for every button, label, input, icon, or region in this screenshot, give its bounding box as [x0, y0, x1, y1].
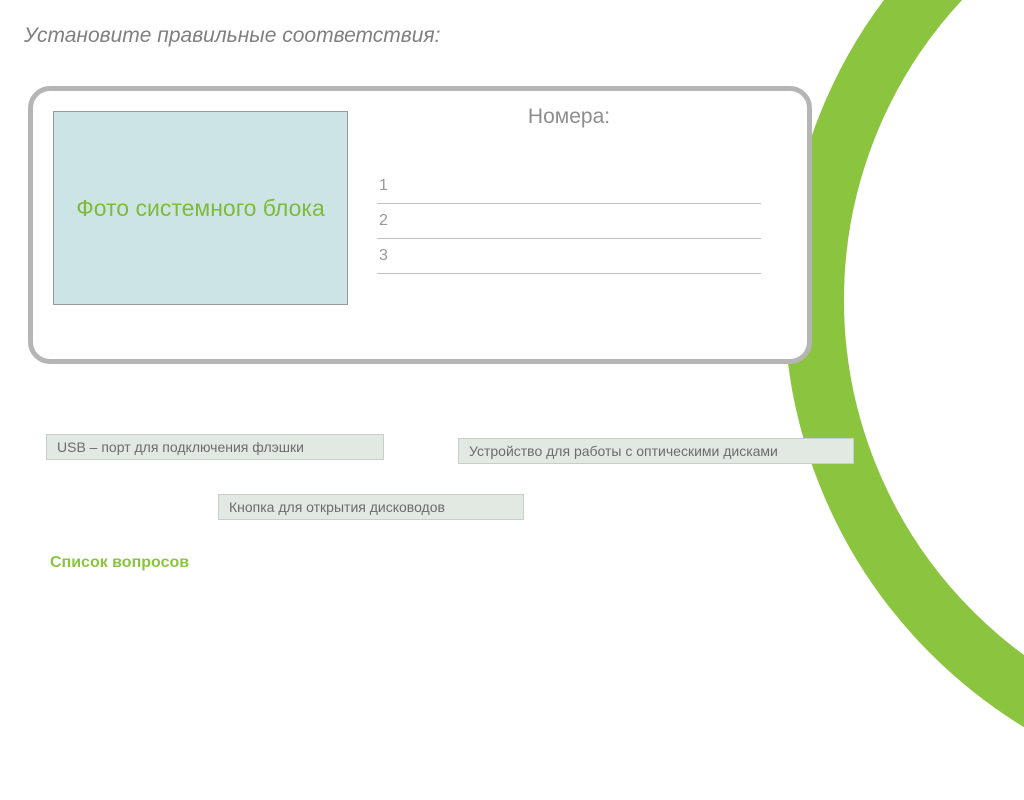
numbers-area: Номера: 1 2 3	[377, 105, 761, 274]
decorative-arc	[784, 0, 1024, 800]
answer-chip-optical[interactable]: Устройство для работы с оптическими диск…	[458, 438, 854, 464]
number-row-2[interactable]: 2	[377, 204, 761, 239]
numbers-title: Номера:	[377, 105, 761, 129]
number-row-3[interactable]: 3	[377, 239, 761, 274]
answer-chip-eject[interactable]: Кнопка для открытия дисководов	[218, 494, 524, 520]
matching-card: Фото системного блока Номера: 1 2 3	[28, 86, 812, 364]
photo-placeholder: Фото системного блока	[53, 111, 348, 305]
answer-chip-usb[interactable]: USB – порт для подключения флэшки	[46, 434, 384, 460]
number-row-1[interactable]: 1	[377, 169, 761, 204]
questions-list-link[interactable]: Список вопросов	[50, 554, 189, 572]
page-title: Установите правильные соответствия:	[24, 24, 440, 48]
